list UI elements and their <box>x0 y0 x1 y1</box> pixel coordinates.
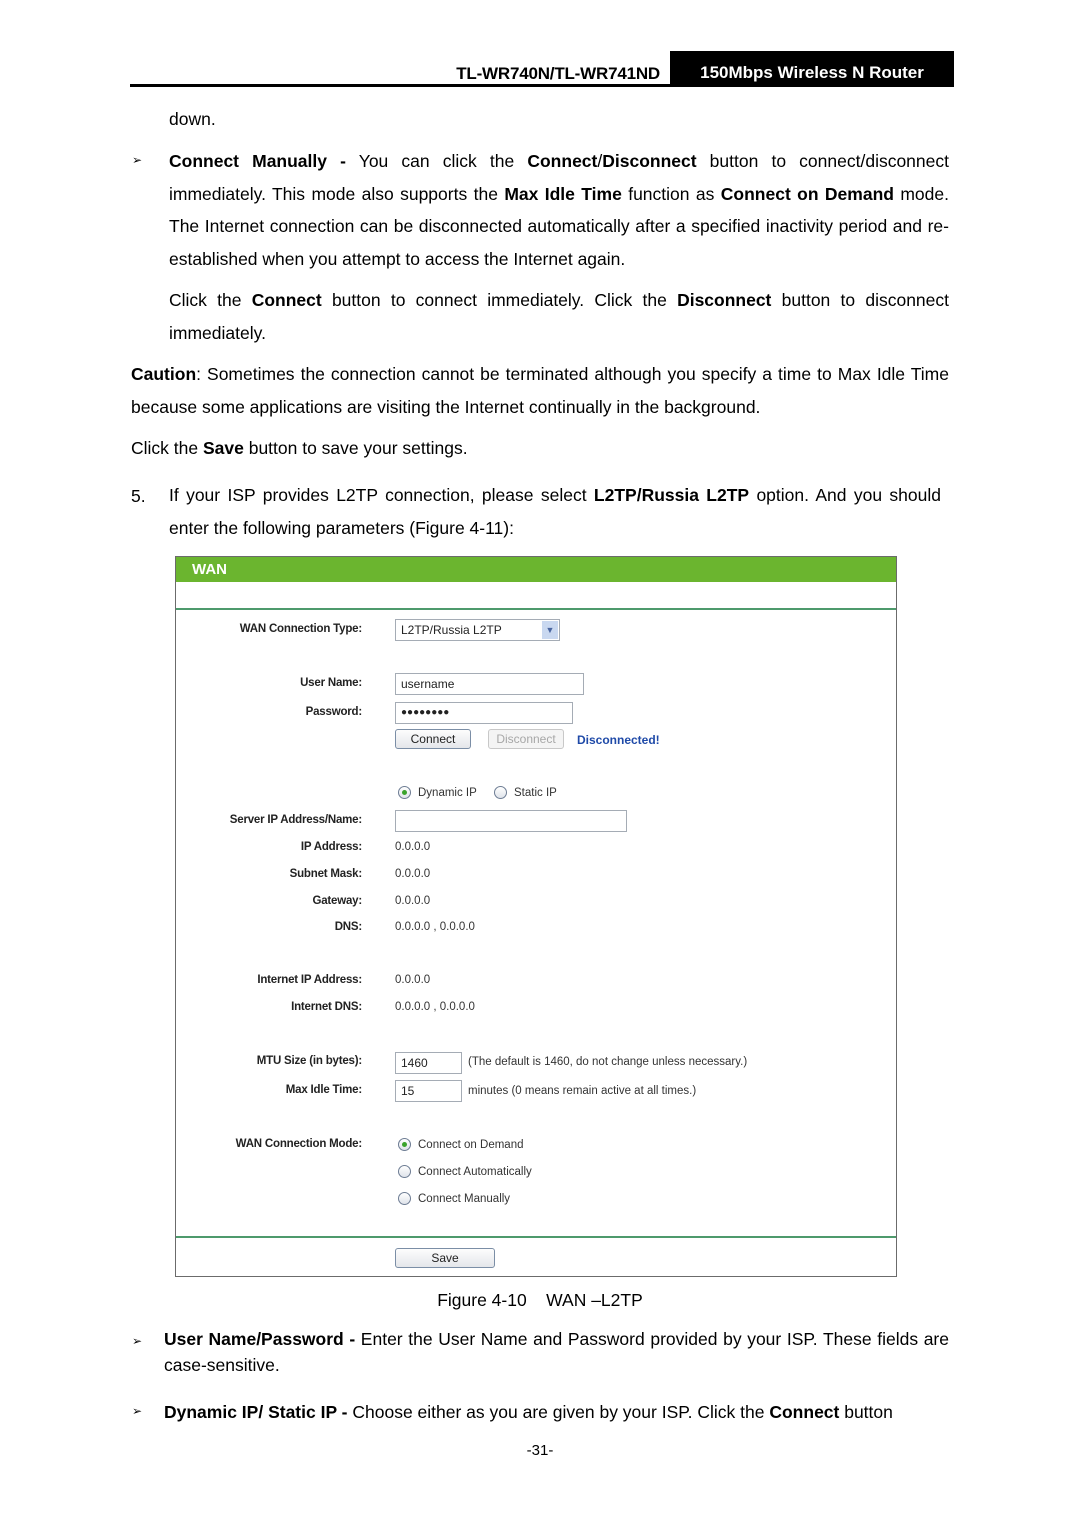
caution-label: Caution <box>131 364 197 384</box>
conn-mode-label: WAN Connection Mode: <box>235 1138 363 1150</box>
radio-connect-automatically[interactable]: Connect Automatically <box>398 1165 532 1178</box>
ip-address-value: 0.0.0.0 <box>395 841 431 853</box>
divider <box>176 608 896 610</box>
gateway-value: 0.0.0.0 <box>395 895 431 907</box>
dns-label: DNS: <box>334 921 363 933</box>
wan-panel-title: WAN <box>176 557 896 582</box>
paragraph-down: down. <box>169 109 216 129</box>
step-number: 5. <box>131 486 146 506</box>
subnet-mask-label: Subnet Mask: <box>289 868 363 880</box>
product-name: 150Mbps Wireless N Router <box>670 51 954 87</box>
paragraph-save-note: Click the Save button to save your setti… <box>131 438 468 458</box>
connection-status: Disconnected! <box>577 733 660 747</box>
max-idle-label: Max Idle Time: <box>285 1084 362 1096</box>
password-input[interactable]: ●●●●●●●● <box>395 702 573 724</box>
disconnect-button[interactable]: Disconnect <box>488 729 564 749</box>
radio-unselected-icon[interactable] <box>494 786 507 799</box>
internet-ip-label: Internet IP Address: <box>257 974 362 986</box>
radio-connect-manually[interactable]: Connect Manually <box>398 1192 510 1205</box>
connect-button[interactable]: Connect <box>395 729 471 749</box>
server-label: Server IP Address/Name: <box>229 814 362 826</box>
model-name: TL-WR740N/TL-WR741ND <box>456 64 660 83</box>
divider <box>176 1236 896 1238</box>
internet-dns-label: Internet DNS: <box>291 1001 362 1013</box>
paragraph-step5: If your ISP provides L2TP connection, pl… <box>169 485 941 538</box>
save-button[interactable]: Save <box>395 1248 495 1268</box>
paragraph-user-pass: User Name/Password - Enter the User Name… <box>164 1329 949 1375</box>
radio-dynamic-ip[interactable]: Dynamic IP <box>398 786 477 799</box>
chevron-down-icon[interactable]: ▼ <box>542 621 558 639</box>
password-label: Password: <box>305 706 363 718</box>
subnet-mask-value: 0.0.0.0 <box>395 868 431 880</box>
radio-selected-icon[interactable] <box>398 786 411 799</box>
dns-value: 0.0.0.0 , 0.0.0.0 <box>395 921 475 933</box>
max-idle-input[interactable] <box>395 1080 462 1102</box>
server-input[interactable] <box>395 810 627 832</box>
max-idle-hint: minutes (0 means remain active at all ti… <box>468 1085 697 1097</box>
wan-l2tp-figure: WAN WAN Connection Type: L2TP/Russia L2T… <box>175 556 897 1277</box>
mtu-hint: (The default is 1460, do not change unle… <box>468 1056 748 1068</box>
bullet-icon: ➢ <box>132 1334 143 1348</box>
mtu-input[interactable] <box>395 1052 462 1074</box>
paragraph-dynamic-static: Dynamic IP/ Static IP - Choose either as… <box>164 1402 893 1422</box>
page-header: TL-WR740N/TL-WR741ND 150Mbps Wireless N … <box>130 51 954 87</box>
internet-dns-value: 0.0.0.0 , 0.0.0.0 <box>395 1001 475 1013</box>
ip-address-label: IP Address: <box>300 841 362 853</box>
radio-static-ip[interactable]: Static IP <box>494 786 557 799</box>
paragraph-connect-manually: Connect Manually - You can click the Con… <box>169 151 949 269</box>
radio-unselected-icon[interactable] <box>398 1165 411 1178</box>
figure-caption: Figure 4-10 WAN –L2TP <box>437 1290 643 1310</box>
gateway-label: Gateway: <box>312 895 362 907</box>
user-name-label: User Name: <box>300 677 362 689</box>
paragraph-caution: Caution: Sometimes the connection cannot… <box>131 364 949 417</box>
wan-type-select[interactable]: L2TP/Russia L2TP ▼ <box>395 619 560 641</box>
internet-ip-value: 0.0.0.0 <box>395 974 431 986</box>
term-connect-manually: Connect Manually - <box>169 151 346 171</box>
bullet-icon: ➢ <box>132 1404 143 1418</box>
page-number: -31- <box>526 1442 554 1459</box>
radio-unselected-icon[interactable] <box>398 1192 411 1205</box>
bullet-icon: ➢ <box>132 153 143 167</box>
user-name-input[interactable] <box>395 673 584 695</box>
paragraph-click-connect: Click the Connect button to connect imme… <box>169 290 950 343</box>
header-rule <box>130 84 954 87</box>
radio-selected-icon[interactable] <box>398 1138 411 1151</box>
mtu-label: MTU Size (in bytes): <box>256 1055 362 1067</box>
wan-type-label: WAN Connection Type: <box>239 623 362 635</box>
radio-connect-on-demand[interactable]: Connect on Demand <box>398 1138 523 1151</box>
